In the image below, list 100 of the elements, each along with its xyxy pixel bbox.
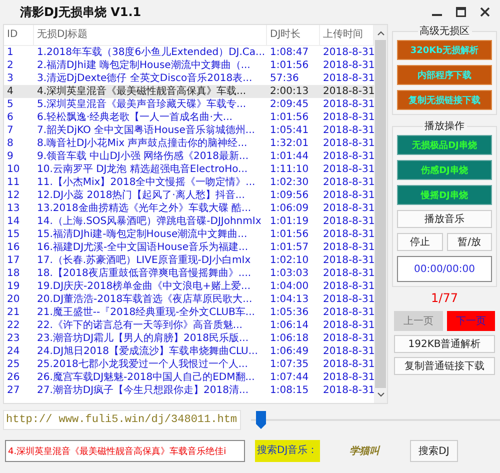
close-icon[interactable] bbox=[480, 7, 490, 17]
date-cell-text: 2018-8-31 bbox=[322, 228, 374, 241]
title-cell-text: 7.韶关DjKO 全中文国粤语House音乐翁城德州... bbox=[36, 124, 256, 137]
song-row[interactable]: 3 3.清远DjDexte德仔 全英文Disco音乐2018表... 57:36 2018-8-31 bbox=[4, 72, 374, 85]
song-row[interactable]: 24 24.DJ旭日2018【爱成流沙】车载串烧舞曲CLU... 1:06:49 2018-8-31 bbox=[4, 345, 374, 358]
progress-slider[interactable] bbox=[251, 410, 500, 430]
song-row[interactable]: 9 9.领音车载 中山DJ小强 网络伤感《2018最新... 1:01:44 2018-8-31 bbox=[4, 150, 374, 163]
date-cell-text: 2018-8-31 bbox=[322, 267, 374, 280]
song-row[interactable]: 15 15.福清DJhi建-嗨包定制House潮流中文舞曲... 1:01:56 2018-8-31 bbox=[4, 228, 374, 241]
title-cell-text: 26.魔宫车载DJ魅魅-2018中国人自己的EDM翻... bbox=[36, 371, 256, 384]
title-cell-text: 11.【小杰Mix】2018全中文慢摇《一吻定情》... bbox=[36, 176, 256, 189]
title-cell-text: 12.DJ小蕊 2018热门【起风了·离人愁】抖音... bbox=[36, 189, 246, 202]
search-button[interactable]: 搜索DJ bbox=[410, 440, 458, 462]
date-cell-text: 2018-8-31 bbox=[322, 111, 374, 124]
parse-button[interactable]: 192KB普通解析 bbox=[394, 335, 495, 353]
stop-button[interactable]: 停止 bbox=[397, 233, 442, 251]
song-row[interactable]: 23 23.潮音坊DJ霜儿【男人的肩膀】2018民乐版... 1:06:18 2018-8-31 bbox=[4, 332, 374, 345]
song-row[interactable]: 8 8.嗨音社DJ小花Mix 声声鼓点撞击你的脑神经... 1:32:01 2018-8-31 bbox=[4, 137, 374, 150]
duration-cell-text: 1:07:44 bbox=[269, 371, 310, 384]
window-title: 清影DJ无损串烧 V1.1 bbox=[20, 4, 142, 20]
duration-cell-text: 1:01:44 bbox=[269, 150, 310, 163]
song-row[interactable]: 14 14.（上海.SOS风暴酒吧）弹跳电音碟-DJJohnmIx 1:01:19 2018-8-31 bbox=[4, 215, 374, 228]
title-cell-text: 27.潮音坊DJ疯子【今生只想跟你走】2018清... bbox=[36, 384, 250, 397]
duration-cell-text: 1:03:03 bbox=[269, 267, 310, 280]
column-header[interactable]: 无损DJ标题 bbox=[34, 25, 267, 45]
column-header[interactable]: DJ时长 bbox=[267, 25, 320, 45]
song-row[interactable]: 18 18.【2018夜店重鼓低音弹爽电音慢摇舞曲》.... 1:03:03 2018-8-31 bbox=[4, 267, 374, 280]
song-row[interactable]: 20 20.DJ董浩浩-2018车载首选《夜店草原民歌大... 1:04:13 2018-8-31 bbox=[4, 293, 374, 306]
duration-cell-text: 1:06:14 bbox=[269, 319, 310, 332]
id-cell-text: 5 bbox=[6, 98, 14, 111]
title-cell-text: 18.【2018夜店重鼓低音弹爽电音慢摇舞曲》.... bbox=[36, 267, 252, 280]
page-counter: 1/77 bbox=[430, 291, 459, 307]
pause-button[interactable]: 暂/放 bbox=[446, 233, 492, 251]
category-button[interactable]: 无损极品DJ串烧 bbox=[397, 135, 492, 155]
duration-cell-text: 1:01:56 bbox=[269, 111, 310, 124]
id-cell-text: 12 bbox=[6, 189, 21, 202]
song-row[interactable]: 2 2.福清DJhi建 嗨包定制House潮流中文舞曲（... 1:01:56 2018-8-31 bbox=[4, 59, 374, 72]
id-cell-text: 1 bbox=[6, 46, 14, 59]
id-cell-text: 25 bbox=[6, 358, 21, 371]
id-cell-text: 26 bbox=[6, 371, 21, 384]
id-cell-text: 3 bbox=[6, 72, 14, 85]
song-row[interactable]: 27 27.潮音坊DJ疯子【今生只想跟你走】2018清... 1:08:15 2018-8-31 bbox=[4, 384, 374, 397]
category-button[interactable]: 慢摇DJ串烧 bbox=[397, 185, 492, 205]
title-cell-text: 24.DJ旭日2018【爱成流沙】车载串烧舞曲CLU... bbox=[36, 345, 259, 358]
id-cell-text: 24 bbox=[6, 345, 21, 358]
id-cell-text: 8 bbox=[6, 137, 14, 150]
duration-cell-text: 1:09:56 bbox=[269, 189, 310, 202]
date-cell-text: 2018-8-31 bbox=[322, 202, 374, 215]
category-button[interactable]: 伤感DJ串烧 bbox=[397, 160, 492, 180]
search-label: 搜索DJ音乐： bbox=[255, 440, 320, 462]
song-row[interactable]: 1 1.2018年车载（38度6小鱼儿Extended）DJ.Ca... 1:08:47 2018-8-31 bbox=[4, 46, 374, 59]
play-button[interactable]: 播放音乐 bbox=[397, 210, 492, 228]
date-cell-text: 2018-8-31 bbox=[322, 319, 374, 332]
url-field[interactable]: http:// www.fuli5.win/dj/348011.htm bbox=[3, 410, 241, 430]
song-row[interactable]: 19 19.DJ庆庆-2018榜单金曲《中文浪电+赌上爱... 1:04:00 2018-8-31 bbox=[4, 280, 374, 293]
title-cell-text: 4.深圳英皇混音《最美磁性靓音高保真》车载... bbox=[36, 85, 248, 98]
scrollbar[interactable] bbox=[374, 25, 387, 403]
song-row[interactable]: 4 4.深圳英皇混音《最美磁性靓音高保真》车载... 2:00:13 2018-8-31 bbox=[4, 85, 374, 98]
id-cell-text: 18 bbox=[6, 267, 21, 280]
title-cell-text: 9.领音车载 中山DJ小强 网络伤感《2018最新... bbox=[36, 150, 250, 163]
id-cell-text: 10 bbox=[6, 163, 21, 176]
maximize-icon[interactable] bbox=[456, 7, 466, 17]
title-cell-text: 6.轻松飘逸·经典老歌【一人一首成名曲·大... bbox=[36, 111, 234, 124]
duration-cell-text: 1:07:35 bbox=[269, 358, 310, 371]
duration-cell-text: 1:08:15 bbox=[269, 384, 310, 397]
id-cell-text: 16 bbox=[6, 241, 21, 254]
slider-thumb[interactable] bbox=[256, 411, 266, 429]
duration-cell-text: 1:02:30 bbox=[269, 176, 310, 189]
time-display: 00:00/00:00 bbox=[397, 256, 492, 282]
song-row[interactable]: 17 17.（长春.苏豪酒吧）LIVE原音重现-DJ小白mIx 1:02:10 2018-8-31 bbox=[4, 254, 374, 267]
song-row[interactable]: 7 7.韶关DjKO 全中文国粤语House音乐翁城德州... 1:05:41 2018-8-31 bbox=[4, 124, 374, 137]
title-cell-text: 19.DJ庆庆-2018榜单金曲《中文浪电+赌上爱... bbox=[36, 280, 252, 293]
date-cell-text: 2018-8-31 bbox=[322, 241, 374, 254]
song-row[interactable]: 5 5.深圳英皇混音《最美声音珍藏天碟》车载专... 2:09:45 2018-8-31 bbox=[4, 98, 374, 111]
now-playing-field: 4.深圳英皇混音《最美磁性靓音高保真》车载音乐绝佳i bbox=[5, 440, 245, 462]
date-cell-text: 2018-8-31 bbox=[322, 150, 374, 163]
duration-cell-text: 1:11:10 bbox=[269, 163, 310, 176]
date-cell-text: 2018-8-31 bbox=[322, 345, 374, 358]
parse-button[interactable]: 复制普通链接下载 bbox=[394, 357, 495, 375]
song-row[interactable]: 11 11.【小杰Mix】2018全中文慢摇《一吻定情》... 1:02:30 2018-8-31 bbox=[4, 176, 374, 189]
date-cell-text: 2018-8-31 bbox=[322, 98, 374, 111]
date-cell-text: 2018-8-31 bbox=[322, 384, 374, 397]
id-cell-text: 7 bbox=[6, 124, 14, 137]
song-row[interactable]: 10 10.云南罗平 DJ龙泡 精选超强电音ElectroHo... 1:11:10 2018-8-31 bbox=[4, 163, 374, 176]
column-header[interactable]: ID bbox=[4, 25, 34, 45]
song-row[interactable]: 13 13.2018金曲捞精选《光年之外》车载大碟 酷... 1:06:09 2018-8-31 bbox=[4, 202, 374, 215]
song-row[interactable]: 22 22.《许下的诺言总有一天等到你》高音质魅... 1:06:14 2018-8-31 bbox=[4, 319, 374, 332]
song-row[interactable]: 21 21.魔王盛世--『2018经典重现-全外文CLUB车... 1:05:36 2018-8-31 bbox=[4, 306, 374, 319]
duration-cell-text: 1:02:10 bbox=[269, 254, 310, 267]
date-cell-text: 2018-8-31 bbox=[322, 176, 374, 189]
song-row[interactable]: 26 26.魔宫车载DJ魅魅-2018中国人自己的EDM翻... 1:07:44 2018-8-31 bbox=[4, 371, 374, 384]
song-row[interactable]: 6 6.轻松飘逸·经典老歌【一人一首成名曲·大... 1:01:56 2018-8-31 bbox=[4, 111, 374, 124]
song-row[interactable]: 25 25.2018七郡小龙我爱过一个人我恨过一个人... 1:07:35 2018-8-31 bbox=[4, 358, 374, 371]
title-cell-text: 22.《许下的诺言总有一天等到你》高音质魅... bbox=[36, 319, 244, 332]
id-cell-text: 27 bbox=[6, 384, 21, 397]
duration-cell-text: 1:01:19 bbox=[269, 215, 310, 228]
song-row[interactable]: 12 12.DJ小蕊 2018热门【起风了·离人愁】抖音... 1:09:56 2018-8-31 bbox=[4, 189, 374, 202]
title-cell-text: 13.2018金曲捞精选《光年之外》车载大碟 酷... bbox=[36, 202, 252, 215]
song-row[interactable]: 16 16.福建DJ尤溪-全中文国语House音乐为福建... 1:01:57 2018-8-31 bbox=[4, 241, 374, 254]
date-cell-text: 2018-8-31 bbox=[322, 280, 374, 293]
